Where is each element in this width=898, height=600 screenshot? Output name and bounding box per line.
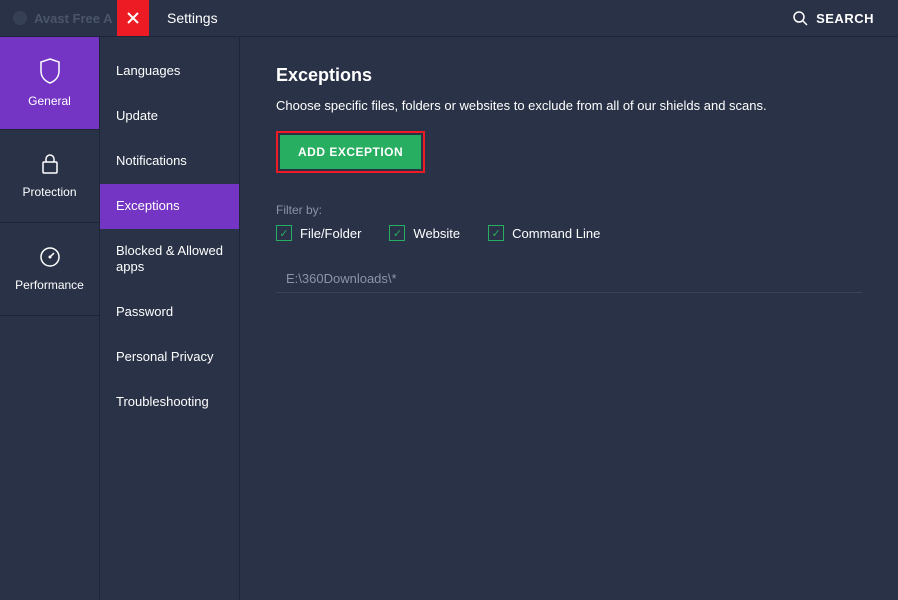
sidebar-item-exceptions[interactable]: Exceptions bbox=[100, 184, 239, 229]
sidebar-item-label: Protection bbox=[22, 185, 76, 199]
filter-website[interactable]: ✓ Website bbox=[389, 225, 460, 241]
exception-path: E:\360Downloads\* bbox=[286, 271, 397, 286]
sidebar-item-privacy[interactable]: Personal Privacy bbox=[100, 335, 239, 380]
filter-command-line[interactable]: ✓ Command Line bbox=[488, 225, 600, 241]
filter-label-text: File/Folder bbox=[300, 226, 361, 241]
sidebar-item-performance[interactable]: Performance bbox=[0, 223, 99, 316]
sidebar-item-languages[interactable]: Languages bbox=[100, 49, 239, 94]
settings-title: Settings bbox=[149, 10, 218, 26]
checkbox-icon: ✓ bbox=[389, 225, 405, 241]
add-exception-highlight: ADD EXCEPTION bbox=[276, 131, 425, 173]
filter-label: Filter by: bbox=[276, 203, 862, 217]
sidebar-item-general[interactable]: General bbox=[0, 37, 99, 130]
filter-row: ✓ File/Folder ✓ Website ✓ Command Line bbox=[276, 225, 862, 241]
sidebar-item-password[interactable]: Password bbox=[100, 290, 239, 335]
content-area: Exceptions Choose specific files, folder… bbox=[240, 36, 898, 600]
sidebar-item-label: Performance bbox=[15, 278, 84, 292]
sidebar-item-protection[interactable]: Protection bbox=[0, 130, 99, 223]
gauge-icon bbox=[39, 246, 61, 268]
lock-icon bbox=[40, 153, 60, 175]
shield-icon bbox=[39, 58, 61, 84]
search-icon bbox=[792, 10, 808, 26]
page-description: Choose specific files, folders or websit… bbox=[276, 98, 862, 113]
filter-label-text: Website bbox=[413, 226, 460, 241]
add-exception-button[interactable]: ADD EXCEPTION bbox=[280, 135, 421, 169]
filter-file-folder[interactable]: ✓ File/Folder bbox=[276, 225, 361, 241]
filter-label-text: Command Line bbox=[512, 226, 600, 241]
sidebar-primary: General Protection Performance bbox=[0, 36, 100, 600]
exception-list-item[interactable]: E:\360Downloads\* bbox=[276, 265, 862, 293]
checkbox-icon: ✓ bbox=[488, 225, 504, 241]
avast-logo-icon bbox=[12, 10, 28, 26]
app-title: Avast Free A bbox=[0, 10, 117, 26]
sidebar-item-troubleshooting[interactable]: Troubleshooting bbox=[100, 380, 239, 425]
sidebar-secondary: Languages Update Notifications Exception… bbox=[100, 36, 240, 600]
search-label: SEARCH bbox=[816, 11, 874, 26]
sidebar-item-blocked[interactable]: Blocked & Allowed apps bbox=[100, 229, 239, 291]
search-button[interactable]: SEARCH bbox=[792, 10, 898, 26]
sidebar-item-notifications[interactable]: Notifications bbox=[100, 139, 239, 184]
close-button[interactable] bbox=[117, 0, 149, 36]
page-title: Exceptions bbox=[276, 65, 862, 86]
sidebar-item-label: General bbox=[28, 94, 71, 108]
checkbox-icon: ✓ bbox=[276, 225, 292, 241]
app-title-text: Avast Free A bbox=[34, 11, 113, 26]
close-icon bbox=[127, 12, 139, 24]
sidebar-item-update[interactable]: Update bbox=[100, 94, 239, 139]
